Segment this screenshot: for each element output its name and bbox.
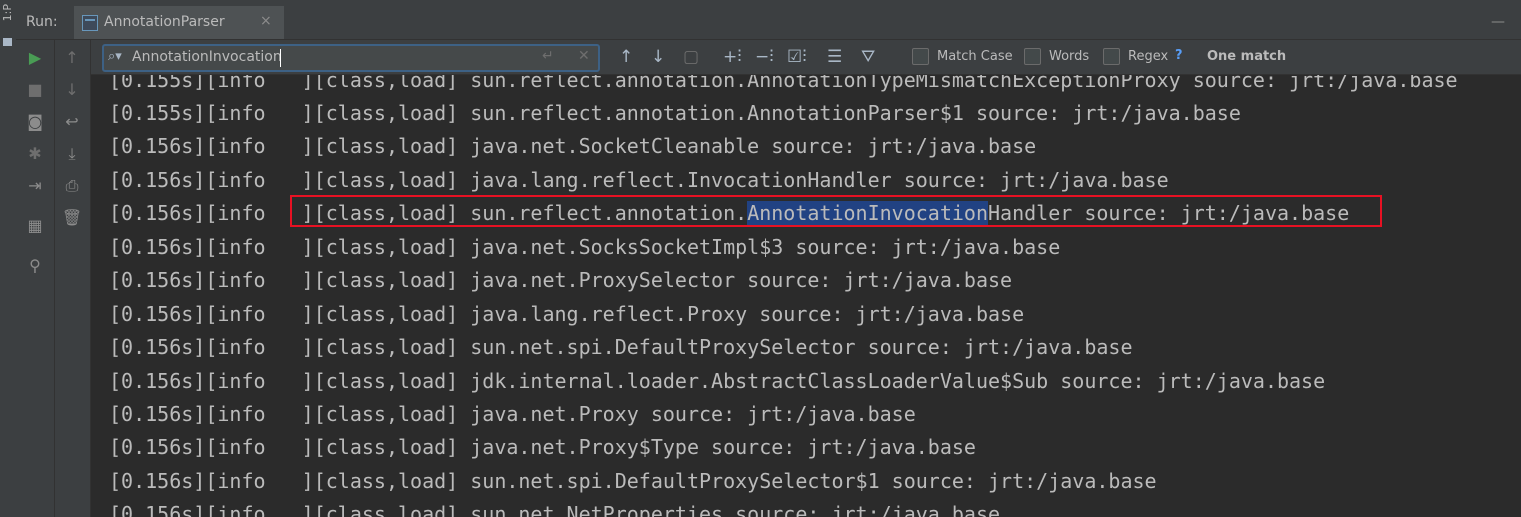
remove-occurrence-icon[interactable]: −⫶: [755, 46, 774, 70]
close-tab-icon[interactable]: ×: [260, 13, 272, 29]
log-line: [0.156s][info ][class,load] jdk.internal…: [109, 369, 1326, 393]
search-query[interactable]: AnnotationInvocation: [132, 49, 282, 65]
log-line: [0.155s][info ][class,load] sun.reflect.…: [109, 101, 1241, 125]
select-all-occurrences-icon[interactable]: ☑⫶: [787, 46, 807, 70]
log-line: [0.156s][info ][class,load] java.net.Pro…: [109, 268, 1013, 292]
project-tool-label[interactable]: 1:P: [1, 4, 14, 21]
log-line: [0.156s][info ][class,load] java.net.Soc…: [109, 235, 1061, 259]
log-line: [0.156s][info ][class,load] java.net.Pro…: [109, 402, 916, 426]
regex-checkbox[interactable]: [1103, 48, 1120, 65]
run-label: Run:: [26, 14, 58, 30]
run-tool-window-header: Run: AnnotationParser × —: [16, 6, 1521, 40]
log-line: [0.156s][info ][class,load] sun.net.spi.…: [109, 469, 1157, 493]
find-in-window-icon[interactable]: ▢: [683, 46, 699, 70]
console-output[interactable]: [0.155s][info ][class,load] sun.reflect.…: [91, 75, 1521, 517]
words-checkbox[interactable]: [1024, 48, 1041, 65]
search-icon[interactable]: ⌕▾: [108, 49, 122, 64]
match-case-label[interactable]: Match Case: [937, 49, 1013, 64]
log-line: [0.156s][info ][class,load] sun.net.NetP…: [109, 502, 1001, 517]
log-line: [0.156s][info ][class,load] java.net.Soc…: [109, 134, 1037, 158]
text-caret: [280, 49, 281, 67]
soft-wrap-icon[interactable]: ↩: [60, 110, 84, 134]
log-line: [0.156s][info ][class,load] java.lang.re…: [109, 302, 1025, 326]
minimize-icon[interactable]: —: [1491, 14, 1505, 30]
trash-icon[interactable]: 🗑: [60, 206, 84, 230]
clear-search-icon[interactable]: ✕: [578, 48, 590, 64]
log-line: [0.156s][info ][class,load] java.net.Pro…: [109, 435, 976, 459]
tab-annotation-parser[interactable]: AnnotationParser ×: [74, 6, 284, 39]
new-line-icon[interactable]: ↵: [542, 48, 554, 64]
log-line: [0.155s][info ][class,load] sun.reflect.…: [109, 75, 1458, 92]
match-count: One match: [1207, 49, 1287, 64]
run-toolbar-primary: ▶ ■ ◙ ✱ ⇥ ▦ ⚲: [16, 40, 55, 517]
up-arrow-icon[interactable]: ↑: [60, 46, 84, 70]
find-bar: ⌕▾ AnnotationInvocation ↵ ✕ ↑ ↓ ▢ +⫶ −⫶ …: [91, 40, 1521, 75]
layout-icon[interactable]: ▦: [23, 214, 47, 238]
add-occurrence-icon[interactable]: +⫶: [723, 46, 742, 70]
filter-icon[interactable]: ⛛: [861, 46, 875, 70]
print-icon[interactable]: ⎙: [60, 174, 84, 198]
stop-icon[interactable]: ■: [23, 78, 47, 102]
pin-icon[interactable]: ⚲: [23, 254, 47, 278]
search-input[interactable]: ⌕▾ AnnotationInvocation ↵ ✕: [102, 44, 600, 72]
filter-lines-icon[interactable]: ☰: [827, 46, 842, 70]
log-line: [0.156s][info ][class,load] sun.net.spi.…: [109, 335, 1133, 359]
next-occurrence-icon[interactable]: ↓: [651, 46, 665, 70]
regex-help-link[interactable]: ?: [1175, 48, 1183, 63]
previous-occurrence-icon[interactable]: ↑: [619, 46, 633, 70]
debug-icon[interactable]: ✱: [23, 142, 47, 166]
scroll-to-end-icon[interactable]: ⤓: [60, 142, 84, 166]
folder-icon: [3, 38, 12, 46]
match-case-checkbox[interactable]: [912, 48, 929, 65]
words-label[interactable]: Words: [1049, 49, 1089, 64]
exit-icon[interactable]: ⇥: [23, 174, 47, 198]
regex-label[interactable]: Regex: [1128, 49, 1168, 64]
rerun-icon[interactable]: ▶: [23, 46, 47, 70]
annotation-highlight-box: [290, 195, 1382, 227]
run-configuration-icon: [82, 15, 98, 31]
down-arrow-icon[interactable]: ↓: [60, 78, 84, 102]
project-tool-strip[interactable]: 1:P: [0, 0, 17, 517]
tab-label: AnnotationParser: [104, 14, 225, 30]
run-toolbar-secondary: ↑ ↓ ↩ ⤓ ⎙ 🗑: [55, 40, 91, 517]
screenshot-icon[interactable]: ◙: [23, 110, 47, 134]
log-line: [0.156s][info ][class,load] java.lang.re…: [109, 168, 1169, 192]
